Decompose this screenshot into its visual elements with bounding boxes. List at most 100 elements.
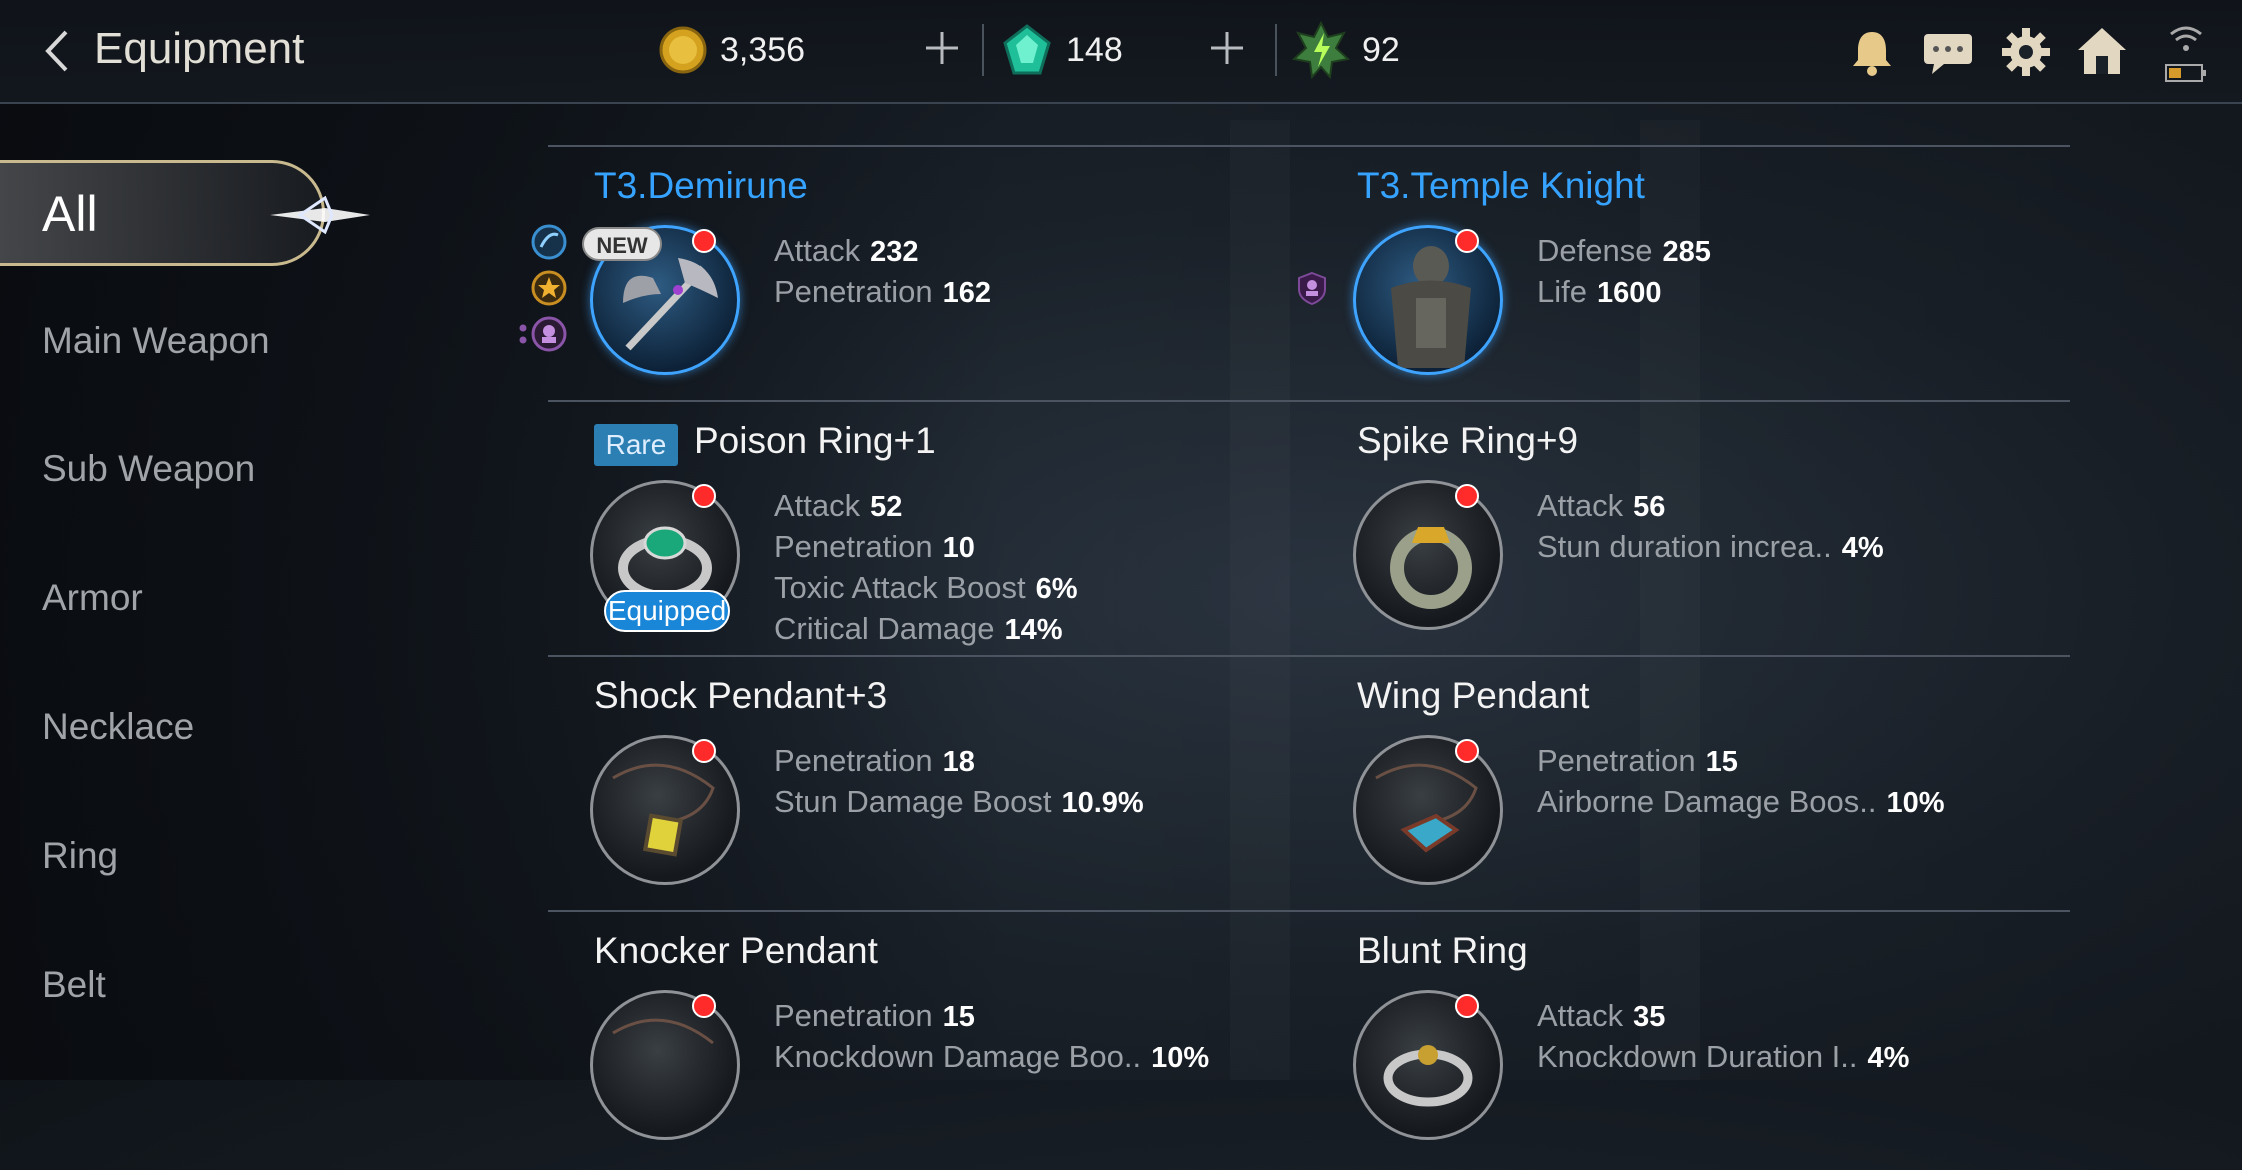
- pendant-icon: [612, 763, 715, 857]
- energy-icon: [1292, 21, 1350, 79]
- gem-counter: 148: [1000, 20, 1123, 80]
- ring-icon: [1383, 1045, 1473, 1107]
- notification-dot: [1455, 739, 1479, 763]
- stat-label: Toxic Attack Boost: [774, 570, 1026, 605]
- stat-value: 18: [942, 746, 975, 778]
- stat-value: 52: [870, 491, 903, 523]
- item-card[interactable]: Blunt Ring Attack 35 Knockdown Duration I…: [1311, 920, 2051, 1170]
- stat-row: Attack 232: [774, 231, 991, 272]
- chat-icon[interactable]: [1920, 24, 1976, 80]
- sidebar-item-belt[interactable]: Belt: [42, 964, 106, 1006]
- stat-row: Penetration 15: [774, 996, 1209, 1037]
- item-portrait: [1353, 480, 1503, 630]
- new-badge: NEW: [582, 227, 662, 261]
- stat-row: Penetration 15: [1537, 741, 1945, 782]
- stat-value: 10%: [1151, 1042, 1210, 1074]
- notification-dot: [692, 484, 716, 508]
- item-card[interactable]: T3.Temple Knight Defense 285 Life 1600: [1298, 155, 2051, 405]
- stat-value: 285: [1662, 236, 1711, 268]
- item-portrait: [590, 735, 740, 885]
- add-gem-button[interactable]: [1205, 26, 1249, 70]
- back-arrow-icon[interactable]: [38, 26, 78, 76]
- stat-value: 4%: [1867, 1042, 1910, 1074]
- stat-row: Penetration 18: [774, 741, 1144, 782]
- stat-value: 10%: [1886, 787, 1945, 819]
- home-icon[interactable]: [2074, 24, 2130, 80]
- item-card[interactable]: T3.Demirune NEW Attack 232 Penetration 162: [519, 155, 1288, 405]
- stat-value: 232: [870, 236, 919, 268]
- item-name: T3.Temple Knight: [1357, 165, 1645, 206]
- stat-label: Attack: [1537, 998, 1624, 1033]
- gold-value: 3,356: [720, 30, 806, 69]
- item-card[interactable]: Spike Ring+9 Attack 56 Stun duration incr…: [1311, 410, 2051, 660]
- item-portrait: [590, 990, 740, 1140]
- item-card[interactable]: Shock Pendant+3 Penetration 18 Stun Damag…: [548, 665, 1288, 915]
- bell-icon[interactable]: [1844, 24, 1900, 80]
- notification-dot: [1455, 229, 1479, 253]
- item-card[interactable]: Wing Pendant Penetration 15 Airborne Dama…: [1311, 665, 2051, 915]
- item-stats: Penetration 18 Stun Damage Boost 10.9%: [774, 741, 1144, 823]
- item-stats: Attack 232 Penetration 162: [774, 231, 991, 313]
- stat-label: Stun Damage Boost: [774, 784, 1052, 819]
- stat-value: 35: [1633, 1001, 1666, 1033]
- equipped-badge: Equipped: [604, 590, 730, 632]
- stat-value: 4%: [1841, 532, 1884, 564]
- row-divider: [548, 145, 2070, 147]
- stat-value: 10: [942, 532, 975, 564]
- sidebar-item-main-weapon[interactable]: Main Weapon: [42, 320, 270, 362]
- gem-icon: [1003, 24, 1051, 75]
- sidebar-item-necklace[interactable]: Necklace: [42, 706, 194, 748]
- item-card[interactable]: Knocker Pendant Penetration 15 Knockdown …: [548, 920, 1288, 1170]
- skill-badge-icon: [531, 224, 567, 260]
- stat-label: Airborne Damage Boos..: [1537, 784, 1877, 819]
- gem-value: 148: [1066, 30, 1123, 69]
- rune-badge-icon: [1298, 271, 1326, 306]
- battery-icon: [2165, 64, 2206, 82]
- stat-label: Stun duration increa..: [1537, 529, 1832, 564]
- stat-label: Critical Damage: [774, 611, 995, 646]
- item-card[interactable]: Rare Poison Ring+1 Equipped Attack 52 Pen…: [548, 410, 1288, 660]
- stat-row: Attack 35: [1537, 996, 1909, 1037]
- item-name: Blunt Ring: [1357, 930, 1528, 971]
- star-badge-icon: [531, 270, 567, 306]
- sidebar-item-armor[interactable]: Armor: [42, 577, 143, 619]
- stat-value: 14%: [1004, 614, 1063, 646]
- stat-value: 15: [942, 1001, 975, 1033]
- item-name: Spike Ring+9: [1357, 420, 1579, 461]
- item-stats: Attack 35 Knockdown Duration I.. 4%: [1537, 996, 1909, 1078]
- item-name: Wing Pendant: [1357, 675, 1590, 716]
- sidebar-item-ring[interactable]: Ring: [42, 835, 118, 877]
- notification-dot: [692, 229, 716, 253]
- energy-counter: 92: [1292, 20, 1400, 80]
- stat-row: Life 1600: [1537, 272, 1711, 313]
- stat-row: Critical Damage 14%: [774, 609, 1077, 650]
- page-title: Equipment: [94, 24, 305, 73]
- stat-label: Knockdown Duration I..: [1537, 1039, 1858, 1074]
- stat-row: Stun duration increa.. 4%: [1537, 527, 1884, 568]
- item-stats: Attack 56 Stun duration increa.. 4%: [1537, 486, 1884, 568]
- item-name: T3.Demirune: [594, 165, 808, 206]
- stat-label: Knockdown Damage Boo..: [774, 1039, 1142, 1074]
- add-gold-button[interactable]: [920, 26, 964, 70]
- item-name: Shock Pendant+3: [594, 675, 888, 716]
- sidebar-item-sub-weapon[interactable]: Sub Weapon: [42, 448, 255, 490]
- rarity-tag: Rare: [594, 424, 678, 466]
- stat-label: Penetration: [774, 743, 933, 778]
- stat-row: Attack 52: [774, 486, 1077, 527]
- stat-label: Penetration: [774, 529, 933, 564]
- energy-value: 92: [1362, 30, 1400, 69]
- stat-row: Knockdown Duration I.. 4%: [1537, 1037, 1909, 1078]
- stat-value: 15: [1705, 746, 1738, 778]
- stat-row: Attack 56: [1537, 486, 1884, 527]
- stat-row: Penetration 162: [774, 272, 991, 313]
- stat-label: Attack: [774, 233, 861, 268]
- stat-value: 1600: [1596, 277, 1662, 309]
- stat-label: Penetration: [774, 998, 933, 1033]
- gear-icon[interactable]: [1998, 24, 2054, 80]
- armor-icon: [1391, 246, 1471, 368]
- wifi-icon: [2170, 26, 2202, 51]
- stat-value: 162: [942, 277, 991, 309]
- top-bar: Equipment 3,356 148 92: [0, 0, 2242, 104]
- stat-label: Penetration: [1537, 743, 1696, 778]
- stat-row: Penetration 10: [774, 527, 1077, 568]
